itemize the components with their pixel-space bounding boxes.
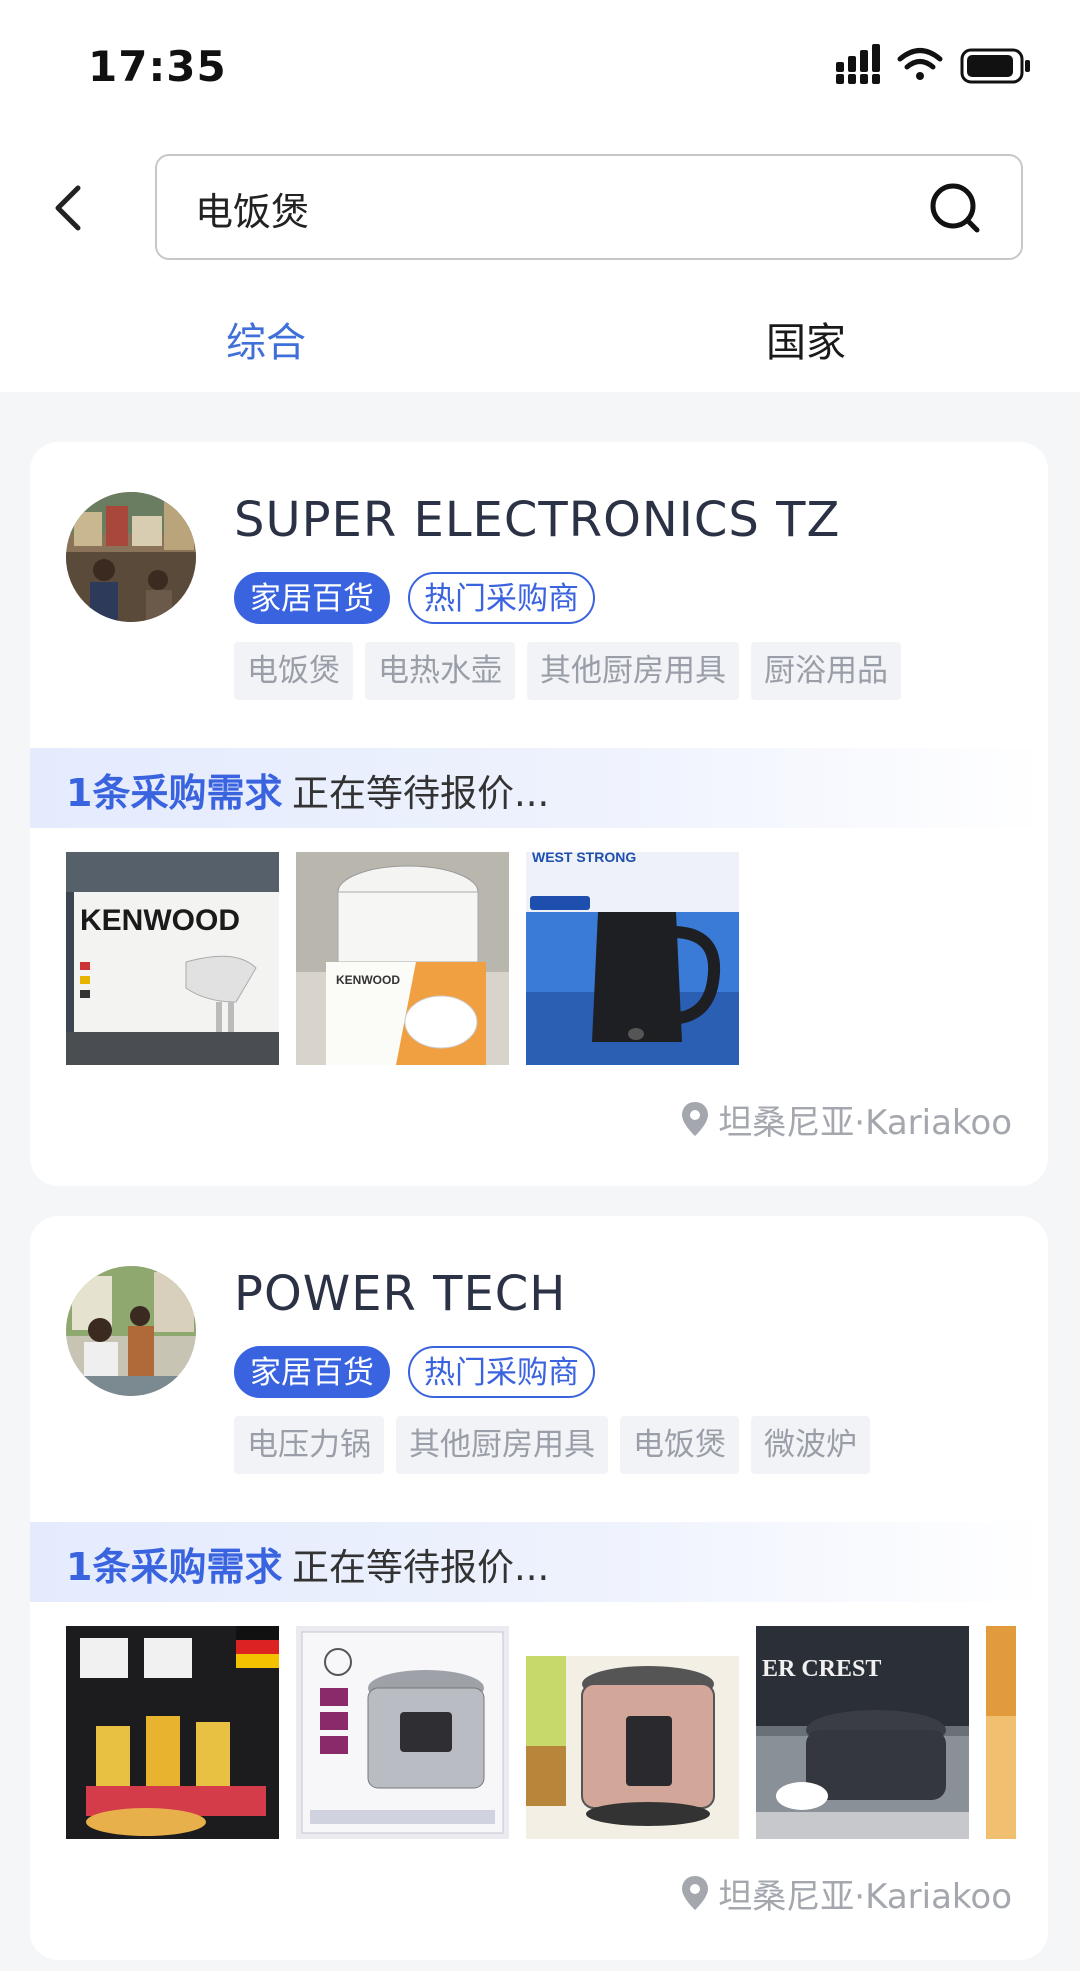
- thumbnail-blenders[interactable]: [66, 1626, 279, 1839]
- product-tag: 微波炉: [751, 1416, 870, 1474]
- tab-country[interactable]: 国家: [766, 310, 846, 368]
- status-icons: [836, 44, 1030, 84]
- tab-general[interactable]: 综合: [226, 310, 306, 368]
- category-badge: 家居百货: [234, 572, 390, 624]
- signal-icon: [836, 44, 880, 84]
- company-name[interactable]: POWER TECH: [234, 1266, 566, 1322]
- location-text: 坦桑尼亚·Kariakoo: [718, 1102, 1012, 1143]
- location-text: 坦桑尼亚·Kariakoo: [718, 1876, 1012, 1917]
- product-tag: 电压力锅: [234, 1416, 384, 1474]
- product-thumbnails: ER CREST: [66, 1626, 1016, 1839]
- search-input[interactable]: [193, 156, 897, 260]
- thumbnail-rice-cooker-box[interactable]: ER CREST: [756, 1626, 969, 1839]
- product-tags: 电压力锅 其他厨房用具 电饭煲 微波炉: [234, 1416, 870, 1474]
- brand-text: KENWOOD: [336, 973, 400, 987]
- demand-bar[interactable]: 1条采购需求 正在等待报价...: [30, 1522, 1048, 1602]
- thumbnail-pressure-cooker-box[interactable]: [296, 1626, 509, 1839]
- back-arrow-icon[interactable]: [40, 170, 100, 246]
- buyer-card[interactable]: POWER TECH 家居百货 热门采购商 电压力锅 其他厨房用具 电饭煲 微波…: [30, 1216, 1048, 1960]
- battery-icon: [960, 48, 1030, 84]
- hot-buyer-badge: 热门采购商: [408, 1346, 595, 1398]
- thumbnail-west-strong-kettle[interactable]: WEST STRONG: [526, 852, 739, 1065]
- thumbnail-sukopp-pressure-cooker[interactable]: [526, 1626, 739, 1839]
- category-badge: 家居百货: [234, 1346, 390, 1398]
- brand-text: WEST STRONG: [532, 852, 636, 865]
- avatar: [66, 1266, 196, 1396]
- product-tag: 电热水壶: [365, 642, 515, 700]
- demand-bar[interactable]: 1条采购需求 正在等待报价...: [30, 748, 1048, 828]
- product-thumbnails: KENWOOD KENWOOD WEST STRONG: [66, 852, 1016, 1065]
- demand-count: 1条采购需求: [66, 771, 283, 815]
- location-pin-icon: [682, 1102, 709, 1136]
- company-name[interactable]: SUPER ELECTRONICS TZ: [234, 492, 840, 548]
- status-bar: 17:35: [0, 0, 1080, 130]
- header: 17:35 电饭煲 综合 国家: [0, 0, 1080, 392]
- status-time: 17:35: [88, 42, 227, 91]
- thumbnail-kenwood-rice-cooker[interactable]: KENWOOD: [296, 852, 509, 1065]
- location-pin-icon: [682, 1876, 709, 1910]
- brand-text: KENWOOD: [80, 904, 240, 937]
- product-tag: 电饭煲: [234, 642, 353, 700]
- demand-status: 正在等待报价...: [292, 1546, 550, 1589]
- product-tag: 其他厨房用具: [396, 1416, 608, 1474]
- wifi-icon: [897, 48, 943, 80]
- demand-status: 正在等待报价...: [292, 772, 550, 815]
- demand-count: 1条采购需求: [66, 1545, 283, 1589]
- search-box[interactable]: [155, 154, 1023, 260]
- product-tag: 厨浴用品: [751, 642, 901, 700]
- thumbnail-partial[interactable]: [986, 1626, 1016, 1839]
- hot-buyer-badge: 热门采购商: [408, 572, 595, 624]
- location: 坦桑尼亚·Kariakoo: [680, 1870, 1012, 1917]
- search-icon[interactable]: [929, 182, 981, 234]
- location: 坦桑尼亚·Kariakoo: [680, 1096, 1012, 1143]
- product-tag: 电饭煲: [620, 1416, 739, 1474]
- avatar: [66, 492, 196, 622]
- product-tag: 其他厨房用具: [527, 642, 739, 700]
- buyer-card[interactable]: SUPER ELECTRONICS TZ 家居百货 热门采购商 电饭煲 电热水壶…: [30, 442, 1048, 1186]
- product-tags: 电饭煲 电热水壶 其他厨房用具 厨浴用品: [234, 642, 901, 700]
- brand-text: ER CREST: [762, 1656, 881, 1682]
- thumbnail-kenwood-hand-mixer[interactable]: KENWOOD: [66, 852, 279, 1065]
